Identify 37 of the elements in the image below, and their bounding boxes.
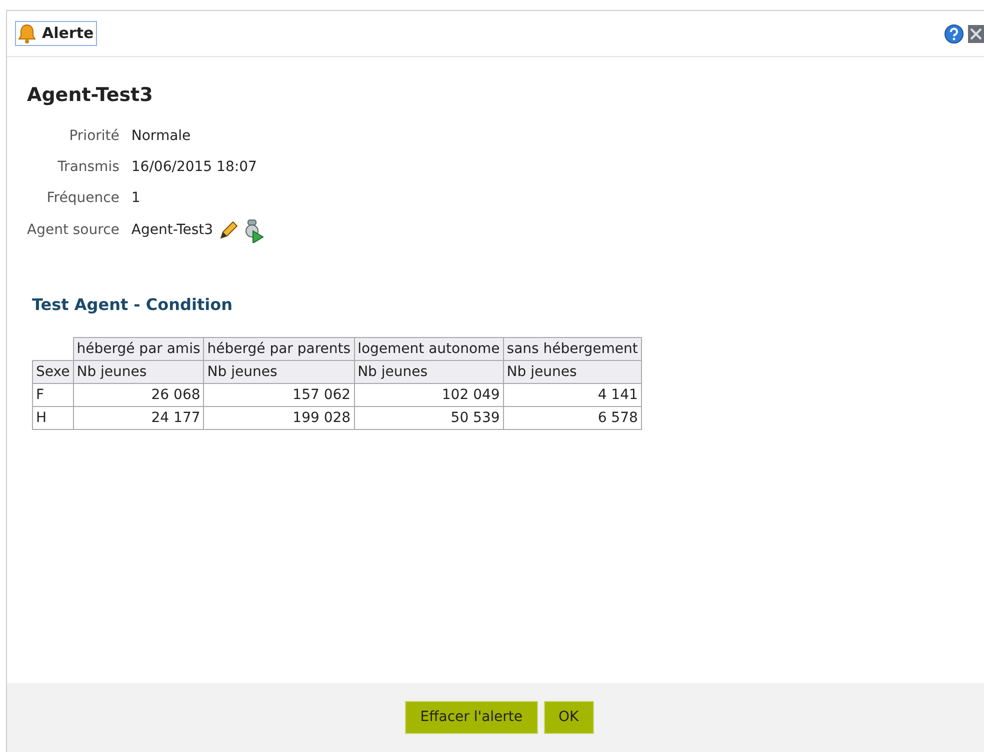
column-header: hébergé par amis	[73, 337, 204, 360]
field-value: Normale	[131, 126, 192, 146]
table-cell: 6 578	[503, 406, 642, 429]
ok-button[interactable]: OK	[544, 701, 594, 734]
field-value: Agent-Test3	[131, 221, 214, 240]
table-cell: 24 177	[73, 406, 204, 429]
help-icon[interactable]	[944, 24, 964, 44]
field-label: Fréquence	[46, 188, 120, 208]
field-label: Transmis	[56, 158, 120, 176]
measure-header: Nb jeunes	[73, 360, 204, 383]
table-cell: 102 049	[354, 383, 504, 406]
window-title: Alerte	[15, 21, 97, 46]
column-header: sans hébergement	[503, 337, 642, 360]
table-cell: 50 539	[354, 406, 504, 429]
close-icon[interactable]	[968, 24, 984, 42]
column-header: hébergé par parents	[204, 337, 354, 360]
pencil-icon[interactable]	[217, 220, 240, 242]
row-header: Sexe	[32, 360, 74, 383]
agent-name: Agent-Test3	[27, 83, 154, 108]
table-cell: 4 141	[503, 383, 642, 406]
row-label: F	[32, 383, 74, 406]
measure-header: Nb jeunes	[354, 360, 504, 383]
section-title: Test Agent - Condition	[32, 294, 234, 316]
measure-header: Nb jeunes	[204, 360, 354, 383]
table-cell: 199 028	[204, 406, 354, 429]
table-cell: 157 062	[204, 383, 354, 406]
clear-alert-button[interactable]: Effacer l'alerte	[405, 701, 538, 734]
bell-icon	[18, 24, 36, 44]
robot-run-icon[interactable]	[243, 218, 266, 242]
field-value: 16/06/2015 18:07	[131, 158, 258, 176]
field-label: Priorité	[68, 126, 120, 146]
column-header: logement autonome	[354, 337, 504, 360]
field-value: 1	[131, 188, 142, 208]
row-label: H	[32, 406, 74, 429]
field-label: Agent source	[27, 221, 120, 240]
measure-header: Nb jeunes	[503, 360, 642, 383]
table-cell: 26 068	[73, 383, 204, 406]
